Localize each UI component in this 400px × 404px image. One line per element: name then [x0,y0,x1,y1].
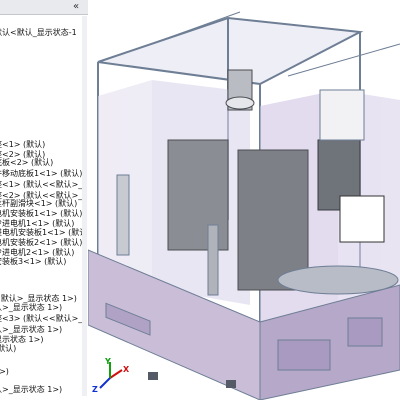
x-axis-line [109,369,123,379]
tree-item[interactable]: 认>_显示状态 1>) [0,384,62,395]
tree-item[interactable]: 1>) [0,366,9,377]
tree-item[interactable]: 默认<默认_显示状态-1 [0,27,77,38]
tree-item[interactable]: 认>_显示状态 1>) [0,302,62,313]
collapse-chevron-icon[interactable]: « [70,1,82,13]
tree-item[interactable]: 底板<2> (默认) [0,157,53,168]
z-axis-label: Z [92,385,98,394]
tree-item[interactable]: 安装板3<1> (默认) [0,256,66,267]
coordinate-triad: X Y Z [92,357,130,394]
z-axis-line [99,377,111,389]
tree-item[interactable]: 件移动底板1<1> (默认) [0,168,82,179]
tree-item[interactable]: 座<1> (默认<<默认>_ [0,179,82,190]
y-axis-label: Y [104,357,111,366]
tree-item[interactable]: 座<3> (默认<<默认>_ [0,313,82,324]
x-axis-label: X [123,365,130,374]
3d-model-viewport[interactable] [87,0,400,401]
machine-assembly-model [87,11,400,401]
feature-tree-header: « [0,0,88,15]
tree-item[interactable]: (默认) [0,343,16,354]
tree-scrollbar[interactable] [82,16,87,396]
feature-tree-panel: « 默认<默认_显示状态-1座<1> (默认)座<2> (默认)底板<2> (默… [0,0,89,400]
feature-tree-list: 默认<默认_显示状态-1座<1> (默认)座<2> (默认)底板<2> (默认)… [0,14,88,400]
